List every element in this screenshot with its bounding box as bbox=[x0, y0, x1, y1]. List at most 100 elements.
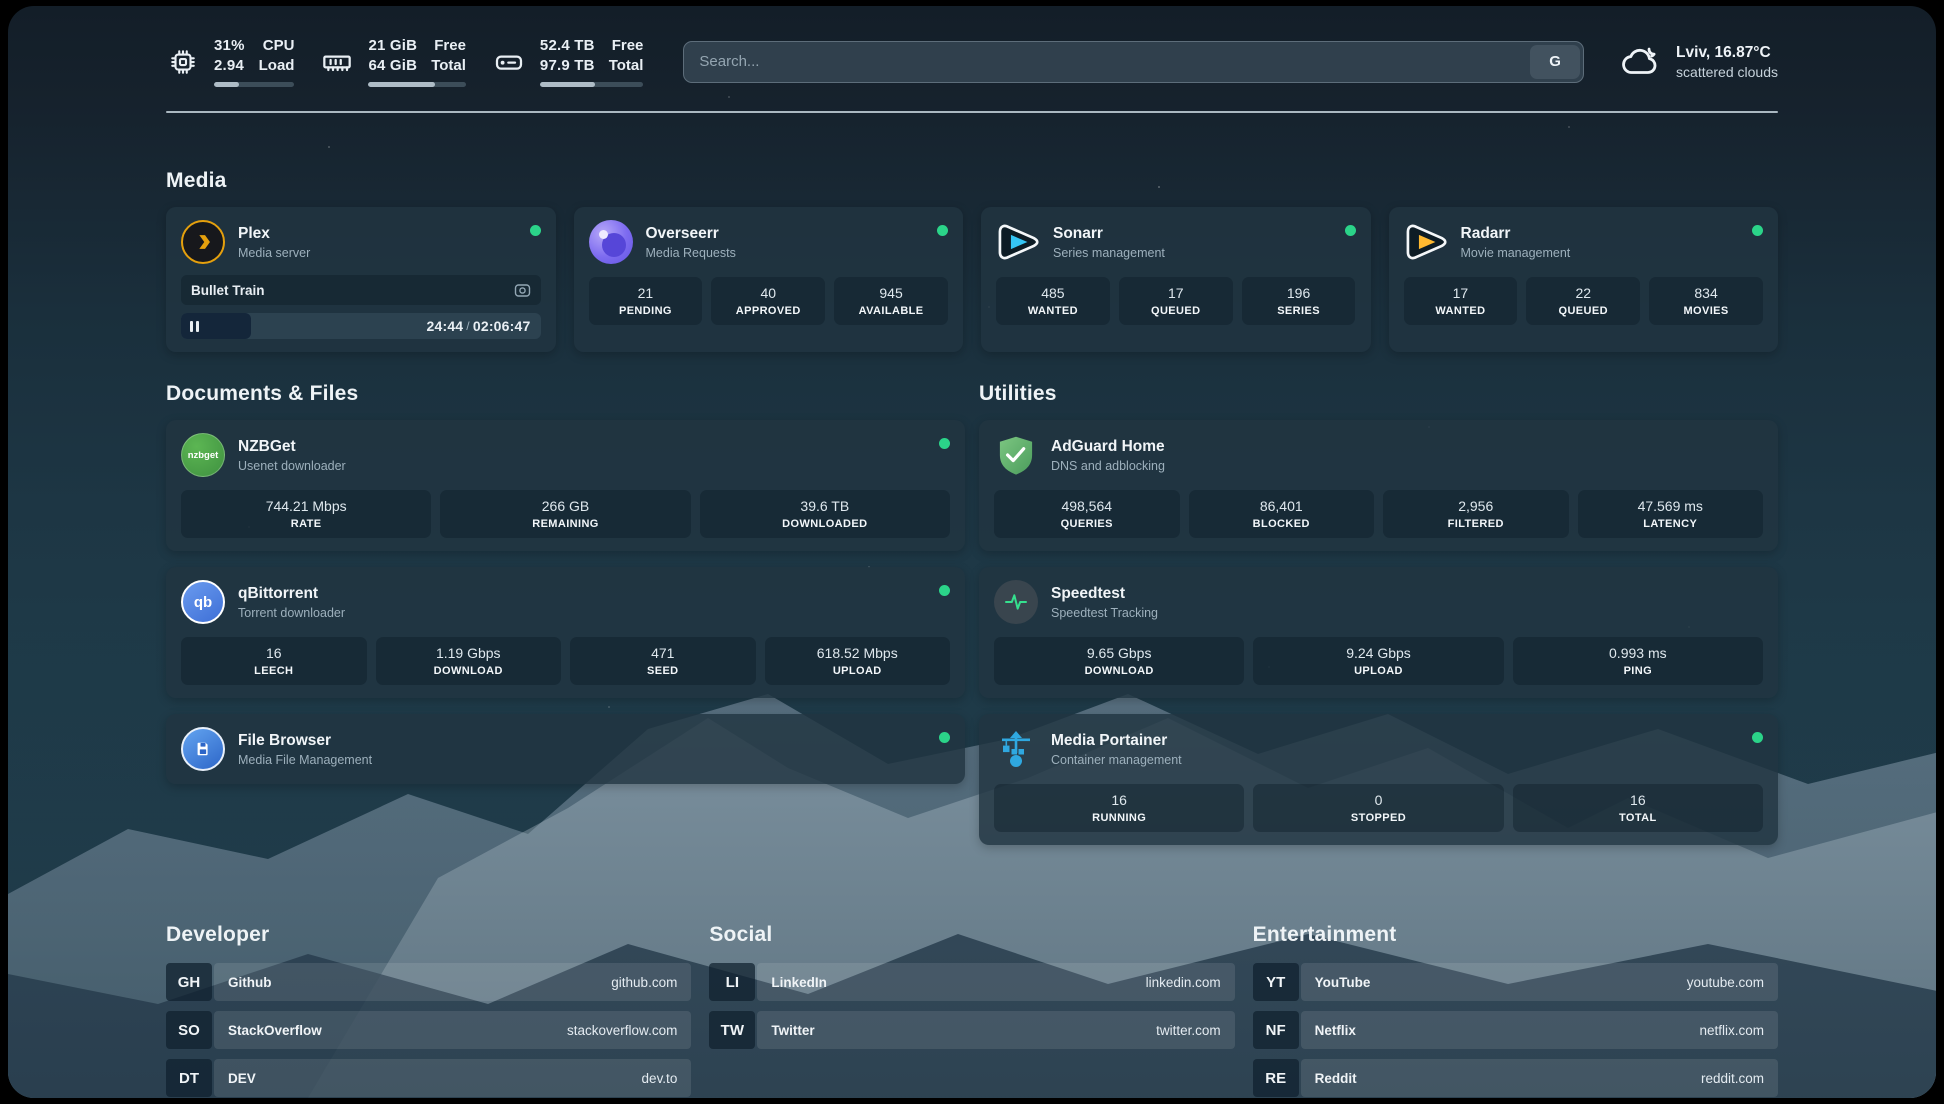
filebrowser-icon bbox=[181, 727, 225, 771]
disk-stat: 52.4 TB 97.9 TB Free Total bbox=[492, 36, 643, 87]
link-abbr: RE bbox=[1253, 1059, 1299, 1097]
ram-progress bbox=[368, 82, 465, 87]
disk-progress bbox=[540, 82, 643, 87]
weather-location-temp: Lviv, 16.87°C bbox=[1676, 44, 1778, 62]
ram-icon bbox=[320, 46, 354, 78]
radarr-icon bbox=[1404, 220, 1448, 264]
stat-available: 945AVAILABLE bbox=[834, 277, 948, 325]
app-name: Radarr bbox=[1461, 225, 1740, 243]
stat-rate: 744.21 MbpsRATE bbox=[181, 490, 431, 538]
link-youtube[interactable]: YT YouTubeyoutube.com bbox=[1253, 963, 1778, 1001]
app-subtitle: Media Requests bbox=[646, 246, 925, 260]
search-input[interactable] bbox=[687, 53, 1530, 70]
app-name: File Browser bbox=[238, 732, 926, 750]
app-name: qBittorrent bbox=[238, 585, 926, 603]
stat-remaining: 266 GBREMAINING bbox=[440, 490, 690, 538]
link-netflix[interactable]: NF Netflixnetflix.com bbox=[1253, 1011, 1778, 1049]
playback-progress[interactable]: 24:44 / 02:06:47 bbox=[181, 313, 541, 339]
stat-upload: 618.52 MbpsUPLOAD bbox=[765, 637, 951, 685]
stat-download: 1.19 GbpsDOWNLOAD bbox=[376, 637, 562, 685]
entertainment-section: Entertainment YT YouTubeyoutube.com NF N… bbox=[1253, 923, 1778, 1098]
video-icon bbox=[514, 283, 531, 298]
stat-latency: 47.569 msLATENCY bbox=[1578, 490, 1764, 538]
app-subtitle: Torrent downloader bbox=[238, 606, 926, 620]
app-subtitle: Container management bbox=[1051, 753, 1739, 767]
stat-movies: 834MOVIES bbox=[1649, 277, 1763, 325]
link-linkedin[interactable]: LI LinkedInlinkedin.com bbox=[709, 963, 1234, 1001]
app-card-portainer[interactable]: Media Portainer Container management 16R… bbox=[979, 714, 1778, 845]
media-section-title: Media bbox=[166, 169, 1778, 193]
stat-wanted: 485WANTED bbox=[996, 277, 1110, 325]
link-dev[interactable]: DT DEVdev.to bbox=[166, 1059, 691, 1097]
cpu-load: 2.94 bbox=[214, 56, 245, 76]
app-card-sonarr[interactable]: Sonarr Series management 485WANTED 17QUE… bbox=[981, 207, 1371, 352]
stat-download: 9.65 GbpsDOWNLOAD bbox=[994, 637, 1244, 685]
link-stackoverflow[interactable]: SO StackOverflowstackoverflow.com bbox=[166, 1011, 691, 1049]
status-dot bbox=[530, 225, 541, 236]
search-engine-button[interactable]: G bbox=[1530, 45, 1580, 79]
snow-specks bbox=[8, 6, 10, 8]
app-name: Media Portainer bbox=[1051, 732, 1739, 750]
stat-leech: 16LEECH bbox=[181, 637, 367, 685]
nzbget-icon: nzbget bbox=[181, 433, 225, 477]
entertainment-section-title: Entertainment bbox=[1253, 923, 1778, 947]
app-name: AdGuard Home bbox=[1051, 438, 1763, 456]
app-subtitle: Series management bbox=[1053, 246, 1332, 260]
cpu-label: CPU bbox=[259, 36, 295, 56]
free-label: Free bbox=[431, 36, 466, 56]
total-label: Total bbox=[431, 56, 466, 76]
app-name: Plex bbox=[238, 225, 517, 243]
stat-seed: 471SEED bbox=[570, 637, 756, 685]
now-playing-row: Bullet Train bbox=[181, 275, 541, 305]
link-abbr: YT bbox=[1253, 963, 1299, 1001]
stat-blocked: 86,401BLOCKED bbox=[1189, 490, 1375, 538]
app-name: NZBGet bbox=[238, 438, 926, 456]
disk-icon bbox=[492, 46, 526, 78]
app-card-plex[interactable]: Plex Media server Bullet Train bbox=[166, 207, 556, 352]
status-dot bbox=[939, 585, 950, 596]
adguard-icon bbox=[994, 433, 1038, 477]
link-abbr: SO bbox=[166, 1011, 212, 1049]
app-subtitle: Media File Management bbox=[238, 753, 926, 767]
utilities-column: Utilities AdGuard Home bbox=[979, 382, 1778, 861]
stat-upload: 9.24 GbpsUPLOAD bbox=[1253, 637, 1503, 685]
app-subtitle: Speedtest Tracking bbox=[1051, 606, 1763, 620]
link-abbr: DT bbox=[166, 1059, 212, 1097]
pause-icon[interactable] bbox=[190, 321, 199, 332]
search-bar[interactable]: G bbox=[683, 41, 1584, 83]
app-card-adguard[interactable]: AdGuard Home DNS and adblocking 498,564Q… bbox=[979, 420, 1778, 551]
app-subtitle: Media server bbox=[238, 246, 517, 260]
link-github[interactable]: GH Githubgithub.com bbox=[166, 963, 691, 1001]
app-card-overseerr[interactable]: Overseerr Media Requests 21PENDING 40APP… bbox=[574, 207, 964, 352]
stat-queued: 22QUEUED bbox=[1526, 277, 1640, 325]
app-subtitle: DNS and adblocking bbox=[1051, 459, 1763, 473]
app-card-qbittorrent[interactable]: qb qBittorrent Torrent downloader 16LEEC… bbox=[166, 567, 965, 698]
sonarr-icon bbox=[996, 220, 1040, 264]
speedtest-icon bbox=[994, 580, 1038, 624]
disk-total: 97.9 TB bbox=[540, 56, 595, 76]
header-divider bbox=[166, 111, 1778, 113]
app-card-radarr[interactable]: Radarr Movie management 17WANTED 22QUEUE… bbox=[1389, 207, 1779, 352]
status-dot bbox=[1752, 225, 1763, 236]
ram-free: 21 GiB bbox=[368, 36, 417, 56]
overseerr-icon bbox=[589, 220, 633, 264]
portainer-icon bbox=[994, 727, 1038, 771]
stat-filtered: 2,956FILTERED bbox=[1383, 490, 1569, 538]
media-cards-row: Plex Media server Bullet Train bbox=[166, 207, 1778, 352]
utilities-section-title: Utilities bbox=[979, 382, 1778, 406]
link-abbr: TW bbox=[709, 1011, 755, 1049]
link-reddit[interactable]: RE Redditreddit.com bbox=[1253, 1059, 1778, 1097]
app-card-speedtest[interactable]: Speedtest Speedtest Tracking 9.65 GbpsDO… bbox=[979, 567, 1778, 698]
link-abbr: LI bbox=[709, 963, 755, 1001]
developer-section: Developer GH Githubgithub.com SO StackOv… bbox=[166, 923, 691, 1098]
app-name: Overseerr bbox=[646, 225, 925, 243]
app-card-filebrowser[interactable]: File Browser Media File Management bbox=[166, 714, 965, 784]
app-card-nzbget[interactable]: nzbget NZBGet Usenet downloader 744.21 M… bbox=[166, 420, 965, 551]
top-bar: 31% 2.94 CPU Load bbox=[166, 36, 1778, 87]
stat-approved: 40APPROVED bbox=[711, 277, 825, 325]
stat-running: 16RUNNING bbox=[994, 784, 1244, 832]
link-abbr: GH bbox=[166, 963, 212, 1001]
cloud-moon-icon bbox=[1620, 41, 1662, 83]
status-dot bbox=[1345, 225, 1356, 236]
link-twitter[interactable]: TW Twittertwitter.com bbox=[709, 1011, 1234, 1049]
